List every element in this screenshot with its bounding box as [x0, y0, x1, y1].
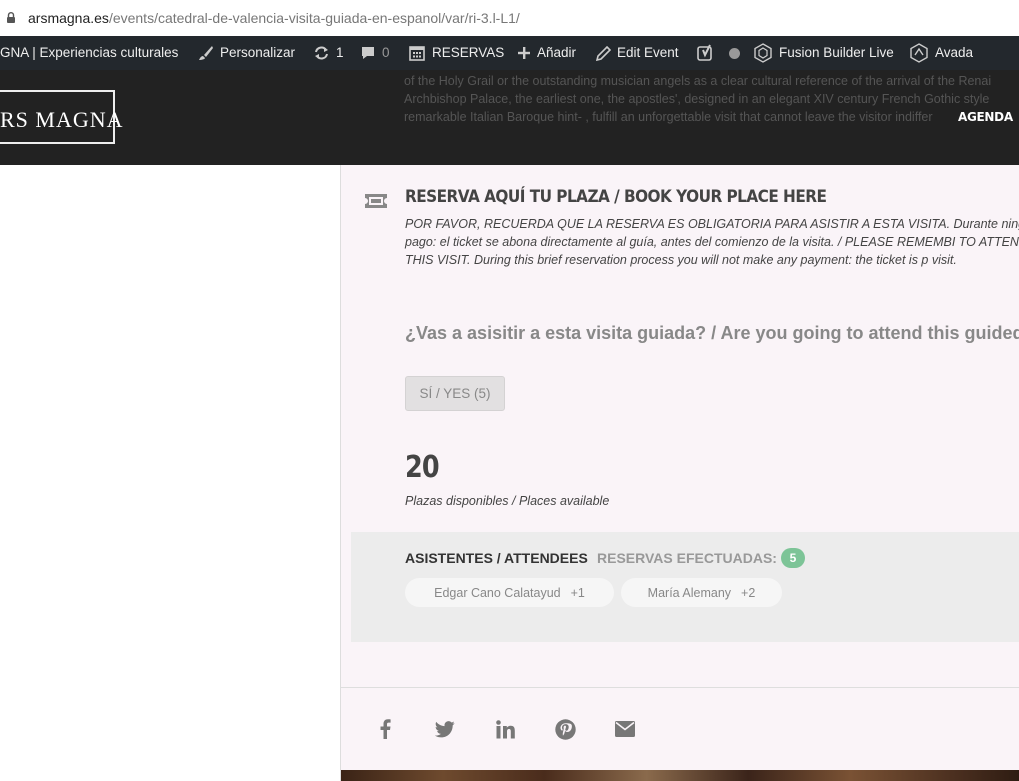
attendee-pill[interactable]: Edgar Cano Calatayud +1: [405, 578, 614, 607]
reservations-label: RESERVAS EFECTUADAS:: [597, 550, 777, 566]
comment-icon: [362, 47, 374, 59]
places-label: Plazas disponibles / Places available: [405, 494, 610, 508]
share-linkedin[interactable]: [491, 715, 519, 743]
plus-icon: [518, 47, 530, 59]
attendee-name: Edgar Cano Calatayud: [434, 585, 561, 600]
admin-yoast[interactable]: [697, 36, 740, 70]
rsvp-description: POR FAVOR, RECUERDA QUE LA RESERVA ES OB…: [405, 217, 1019, 267]
section-divider: [341, 687, 1019, 688]
overlay-line: remarkable Italian Baroque hint- , fulfi…: [404, 110, 933, 124]
admin-add-new-label: Añadir: [537, 45, 577, 60]
admin-fusion-builder[interactable]: Fusion Builder Live: [753, 36, 894, 70]
ticket-icon: [365, 194, 387, 208]
facebook-icon: [380, 719, 391, 739]
calendar-icon: [409, 46, 425, 61]
refresh-icon: [315, 46, 328, 60]
browser-url-bar[interactable]: arsmagna.es/events/catedral-de-valencia-…: [0, 0, 1019, 36]
share-pinterest[interactable]: [551, 715, 579, 743]
email-icon: [615, 721, 635, 737]
fusion-builder-icon: [754, 43, 772, 63]
attendees-panel: ASISTENTES / ATTENDEES RESERVAS EFECTUAD…: [351, 532, 1019, 642]
share-twitter[interactable]: [431, 715, 459, 743]
url-host: arsmagna.es: [28, 10, 109, 26]
share-facebook[interactable]: [371, 715, 399, 743]
rsvp-section: RESERVA AQUÍ TU PLAZA / BOOK YOUR PLACE …: [340, 165, 1019, 781]
wp-admin-bar: GNA | Experiencias culturales Personaliz…: [0, 36, 1019, 70]
nav-item-agenda[interactable]: AGENDA: [958, 110, 1013, 124]
admin-edit-event[interactable]: Edit Event: [596, 36, 679, 70]
admin-comments[interactable]: 0: [360, 36, 390, 70]
yoast-icon: [697, 44, 712, 61]
featured-photo-strip: [341, 770, 1019, 781]
admin-site-name-label: GNA | Experiencias culturales: [0, 45, 179, 60]
admin-fusion-builder-label: Fusion Builder Live: [779, 45, 894, 60]
site-logo-text[interactable]: RS MAGNA: [0, 107, 124, 133]
pinterest-icon: [554, 718, 576, 740]
places-count: 20: [405, 450, 440, 485]
admin-avada-label: Avada: [935, 45, 974, 60]
pencil-icon: [596, 45, 611, 61]
site-header: RS MAGNA of the Holy Grail or the outsta…: [0, 70, 1019, 165]
rsvp-title: RESERVA AQUÍ TU PLAZA / BOOK YOUR PLACE …: [405, 187, 827, 207]
url-text[interactable]: arsmagna.es/events/catedral-de-valencia-…: [28, 10, 520, 26]
share-email[interactable]: [611, 715, 639, 743]
admin-customize-label: Personalizar: [220, 45, 296, 60]
admin-site-name[interactable]: GNA | Experiencias culturales: [0, 36, 178, 70]
linkedin-icon: [495, 719, 515, 738]
avada-icon: [910, 43, 928, 63]
header-overlay-text: of the Holy Grail or the outstanding mus…: [404, 72, 1019, 126]
lock-icon: [7, 12, 15, 23]
attendee-extra: +1: [570, 585, 585, 600]
admin-avada[interactable]: Avada: [909, 36, 973, 70]
reservations-count-badge: 5: [781, 548, 805, 568]
attend-question: ¿Vas a asisitir a esta visita guiada? / …: [405, 323, 1019, 343]
attendee-extra: +2: [741, 585, 756, 600]
admin-comments-count: 0: [382, 45, 390, 60]
url-path: /events/catedral-de-valencia-visita-guia…: [108, 10, 520, 26]
attendee-name: María Alemany: [647, 585, 732, 600]
overlay-line: of the Holy Grail or the outstanding mus…: [404, 74, 992, 88]
brush-icon: [199, 46, 213, 60]
yes-button[interactable]: SÍ / YES (5): [405, 376, 505, 411]
overlay-line: Archbishop Palace, the earliest one, the…: [404, 92, 990, 106]
admin-updates[interactable]: 1: [313, 36, 344, 70]
admin-customize[interactable]: Personalizar: [198, 36, 295, 70]
admin-reservas[interactable]: RESERVAS: [408, 36, 504, 70]
attendees-title: ASISTENTES / ATTENDEES: [405, 550, 588, 566]
admin-reservas-label: RESERVAS: [432, 45, 505, 60]
yoast-status-dot: [729, 47, 740, 59]
attendee-pill[interactable]: María Alemany +2: [621, 578, 782, 607]
left-column: [0, 165, 340, 781]
admin-add-new[interactable]: Añadir: [517, 36, 576, 70]
admin-updates-count: 1: [336, 45, 344, 60]
admin-edit-event-label: Edit Event: [617, 45, 679, 60]
twitter-icon: [435, 720, 455, 737]
